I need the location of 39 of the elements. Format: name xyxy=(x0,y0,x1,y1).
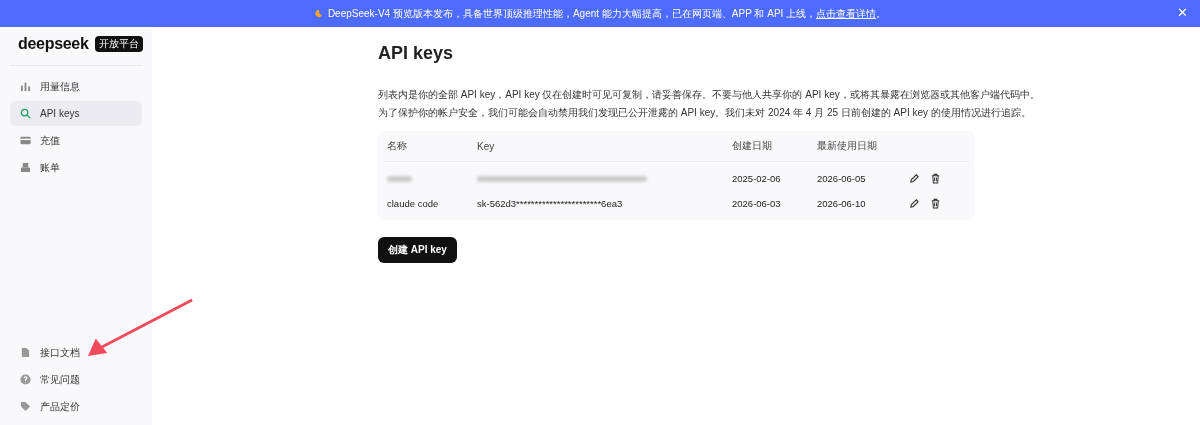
sidebar-item[interactable]: 接口文档 xyxy=(10,340,142,365)
search-icon xyxy=(20,108,31,119)
sidebar-item[interactable]: 账单 xyxy=(10,155,142,180)
printer-icon xyxy=(20,162,31,173)
moon-icon xyxy=(313,9,323,18)
bar-chart-icon xyxy=(20,81,31,92)
tag-icon xyxy=(20,401,31,412)
edit-icon[interactable] xyxy=(909,198,920,209)
sidebar-item[interactable]: 常见问题 xyxy=(10,367,142,392)
table-cell-text: claude code xyxy=(386,198,440,209)
announcement-period: 。 xyxy=(876,6,887,21)
edit-icon[interactable] xyxy=(909,173,920,184)
sidebar-item[interactable]: API keys xyxy=(10,101,142,126)
logo: deepseek xyxy=(18,35,89,53)
platform-badge: 开放平台 xyxy=(94,36,143,52)
document-icon xyxy=(20,347,31,358)
column-header: 创建日期 xyxy=(732,139,773,153)
close-button[interactable]: ✕ xyxy=(1177,5,1188,20)
table-cell-text: 2026-06-05 xyxy=(817,173,867,184)
sidebar-item[interactable]: 用量信息 xyxy=(10,74,142,99)
delete-icon[interactable] xyxy=(930,198,941,209)
delete-icon[interactable] xyxy=(930,173,941,184)
create-api-key-button[interactable]: 创建 API key xyxy=(378,237,457,263)
table-cell-text: sk-562d3***********************6ea3 xyxy=(477,198,624,209)
announcement-text: DeepSeek-V4 预览版本发布，具备世界顶级推理性能，Agent 能力大幅提高，已在网页端、APP 和 API 上线， xyxy=(327,6,817,21)
description-text: 列表内是你的全部 API key，API key 仅在创建时可见可复制，请妥善保存。不要与他人共享你的 API key，或将其暴露在浏览器或其他客户端代码中。 xyxy=(378,88,1041,102)
column-header: 名称 xyxy=(386,139,408,153)
help-icon xyxy=(20,374,31,385)
card-icon xyxy=(20,135,31,146)
column-header: 最新使用日期 xyxy=(817,139,878,153)
description-text: 为了保护你的帐户安全，我们可能会自动禁用我们发现已公开泄露的 API key。我们未对 2024 年 4 月 25 日前创建的 API key 的使用情况进行追踪。 xyxy=(378,106,1032,120)
column-header: Key xyxy=(477,140,496,152)
sidebar-item[interactable]: 充值 xyxy=(10,128,142,153)
table-cell-text: 2025-02-06 xyxy=(732,173,782,184)
sidebar-item[interactable]: 产品定价 xyxy=(10,394,142,419)
details-link[interactable]: 点击查看详情 xyxy=(816,6,877,21)
table-cell-text: 2026-06-10 xyxy=(817,198,867,209)
page-title: API keys xyxy=(378,43,455,64)
table-cell-text: 2026-06-03 xyxy=(732,198,782,209)
